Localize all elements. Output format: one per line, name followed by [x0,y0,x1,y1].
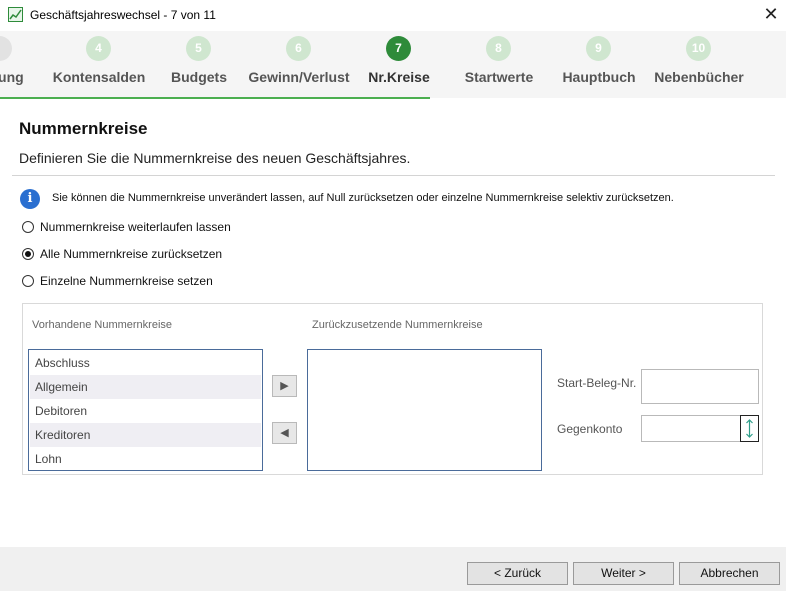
step-number: 9 [586,36,611,61]
start-number-input[interactable] [641,369,759,404]
step-label: Hauptbuch [562,69,636,85]
step-number: 4 [86,36,111,61]
step-number [0,36,12,61]
step-label: Nebenbücher [654,69,744,85]
info-text: Sie können die Nummernkreise unverändert… [52,192,674,204]
available-list-label: Vorhandene Nummernkreise [32,319,173,331]
list-item[interactable]: Debitoren [30,399,261,423]
list-item[interactable]: Lohn [30,447,261,471]
step-label: Gewinn/Verlust [248,69,350,85]
available-number-ranges-list[interactable]: Abschluss Allgemein Debitoren Kreditoren… [28,349,263,471]
step-label: Startwerte [464,69,534,85]
radio-button[interactable] [22,221,34,233]
add-right-arrow-button[interactable]: ▶ [272,375,297,397]
step-8[interactable]: 8 Startwerte [444,31,554,98]
start-number-label: Start-Beleg-Nr. [557,376,637,390]
progress-line [0,97,430,99]
step-5[interactable]: 5 Budgets [144,31,254,98]
next-button[interactable]: Weiter > [573,562,674,585]
step-6[interactable]: 6 Gewinn/Verlust [244,31,354,98]
wizard-steps: herung 4 Kontensalden 5 Budgets 6 Gewinn… [0,31,786,98]
step-number: 5 [186,36,211,61]
list-item[interactable]: Abschluss [30,351,261,375]
cancel-button[interactable]: Abbrechen [679,562,780,585]
radio-label: Einzelne Nummernkreise setzen [40,274,213,288]
step-number: 6 [286,36,311,61]
remove-left-arrow-button[interactable]: ◀ [272,422,297,444]
step-number: 10 [686,36,711,61]
page-title: Nummernkreise [19,119,148,138]
step-number: 8 [486,36,511,61]
list-item[interactable]: Kreditoren [30,423,261,447]
close-icon[interactable]: ✕ [761,3,781,25]
step-label: Budgets [171,69,227,85]
step-10[interactable]: 10 Nebenbücher [644,31,754,98]
radio-label: Nummernkreise weiterlaufen lassen [40,220,231,234]
divider [12,175,775,176]
step-9[interactable]: 9 Hauptbuch [544,31,654,98]
back-button[interactable]: < Zurück [467,562,568,585]
step-label: Kontensalden [52,69,146,85]
step-label: Nr.Kreise [368,69,430,85]
list-item[interactable]: Allgemein [30,375,261,399]
step-number: 7 [386,36,411,61]
window-title: Geschäftsjahreswechsel - 7 von 11 [30,8,216,22]
vertical-resize-icon[interactable] [740,415,759,442]
step-7[interactable]: 7 Nr.Kreise [344,31,454,98]
reset-list-label: Zurückzusetzende Nummernkreise [312,319,483,331]
page-subtitle: Definieren Sie die Nummernkreise des neu… [19,150,411,166]
reset-number-ranges-list[interactable] [307,349,542,471]
info-icon: i [20,189,40,209]
radio-label: Alle Nummernkreise zurücksetzen [40,247,223,261]
offset-account-label: Gegenkonto [557,422,623,436]
radio-button[interactable] [22,248,34,260]
chart-app-icon [8,7,23,22]
step-4[interactable]: 4 Kontensalden [44,31,154,98]
radio-button[interactable] [22,275,34,287]
